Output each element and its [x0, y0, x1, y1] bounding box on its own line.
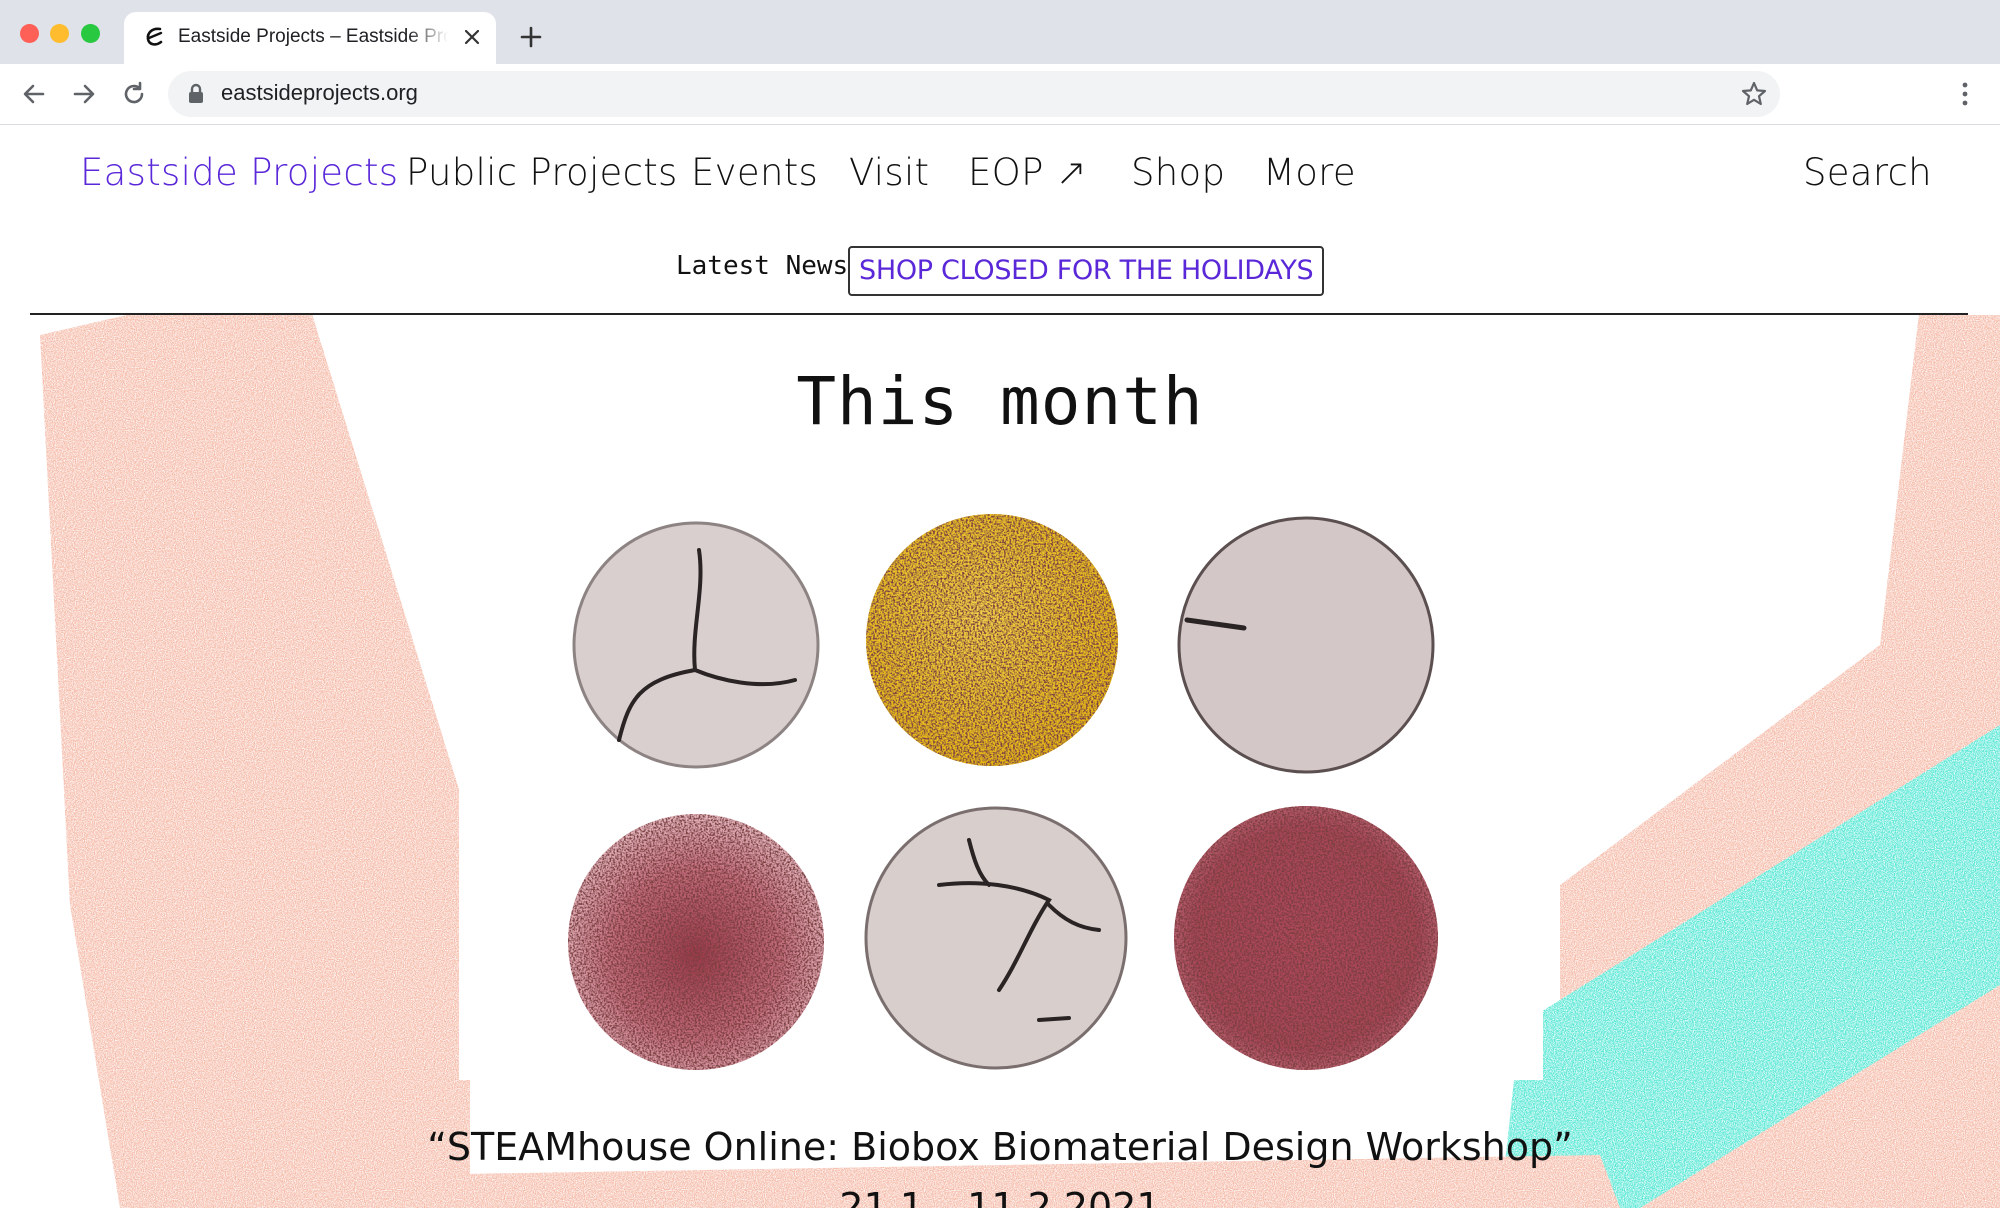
event-title[interactable]: “STEAMhouse Online: Biobox Biomaterial D…	[0, 1125, 2000, 1169]
reload-icon[interactable]	[120, 80, 148, 108]
bookmark-star-icon[interactable]	[1740, 80, 1768, 108]
feature-image[interactable]	[459, 480, 1543, 1080]
nav-brand-link[interactable]: Eastside Projects	[80, 151, 398, 194]
divider	[30, 313, 1968, 315]
url-text[interactable]: eastsideprojects.org	[221, 80, 418, 106]
nav-item-events[interactable]: Events	[691, 151, 818, 194]
nav-item-more[interactable]: More	[1263, 151, 1356, 194]
nav-item-public-projects[interactable]: Public Projects	[406, 151, 678, 194]
disc-yellow	[866, 514, 1118, 766]
forward-arrow-icon[interactable]	[70, 80, 98, 108]
window-minimize-button[interactable]	[50, 24, 69, 43]
lock-icon[interactable]	[186, 82, 206, 106]
disc-red	[1174, 806, 1438, 1070]
nav-item-visit[interactable]: Visit	[849, 151, 929, 194]
disc-clear-1	[572, 521, 820, 769]
event-dates: 21.1 – 11.2.2021	[839, 1185, 1161, 1208]
window-close-button[interactable]	[20, 24, 39, 43]
tab-title: Eastside Projects – Eastside Projects	[178, 26, 448, 47]
plus-icon[interactable]	[518, 24, 544, 50]
news-headline-link[interactable]: SHOP CLOSED FOR THE HOLIDAYS	[848, 246, 1325, 296]
back-arrow-icon[interactable]	[20, 80, 48, 108]
tab-favicon-icon	[146, 27, 163, 46]
nav-item-eop[interactable]: EOP ↗	[968, 151, 1087, 194]
disc-clear-3	[864, 806, 1128, 1070]
nav-search-link[interactable]: Search	[1803, 151, 1932, 194]
nav-item-shop[interactable]: Shop	[1131, 151, 1225, 194]
kebab-menu-icon[interactable]	[1953, 80, 1977, 108]
window-zoom-button[interactable]	[81, 24, 100, 43]
disc-clear-2	[1177, 516, 1435, 774]
browser-tab-active[interactable]: Eastside Projects – Eastside Projects	[124, 12, 496, 64]
web-page: Eastside Projects Public Projects Events…	[0, 125, 2000, 1208]
browser-tab-bar: Eastside Projects – Eastside Projects	[0, 0, 2000, 64]
close-icon[interactable]	[460, 25, 484, 49]
latest-news-label: Latest News	[676, 251, 849, 281]
section-title: This month	[796, 363, 1204, 440]
disc-pink	[568, 814, 824, 1070]
